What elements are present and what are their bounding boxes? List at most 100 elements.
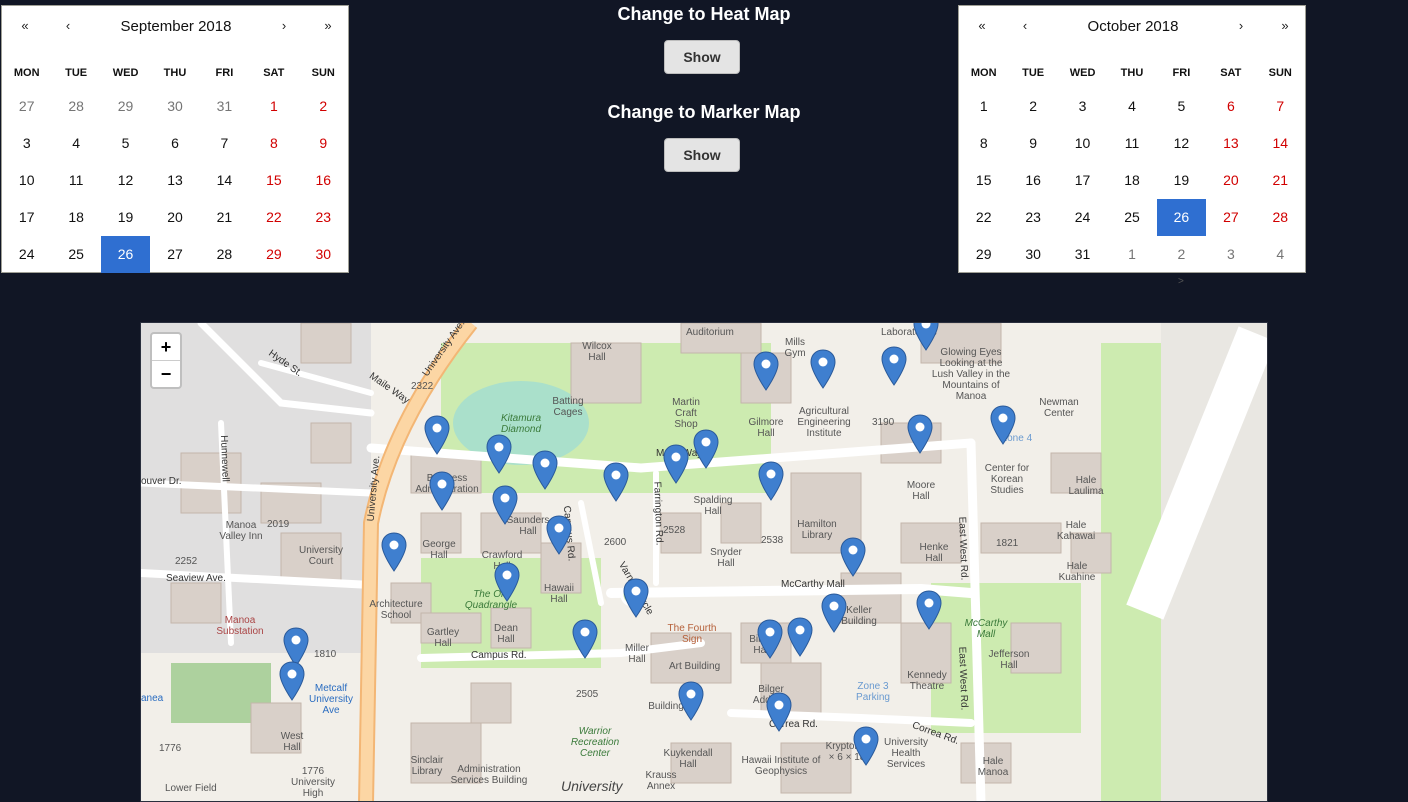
next-month-button[interactable]: › — [269, 18, 299, 33]
prev-month-button[interactable]: ‹ — [53, 18, 83, 33]
marker-dean-hall[interactable] — [494, 562, 520, 602]
campus-map[interactable]: + − University Ave. University Ave. Mail… — [140, 322, 1268, 802]
day-cell[interactable]: 3 — [1206, 236, 1255, 273]
marker-spalding-hall[interactable] — [693, 429, 719, 469]
day-cell[interactable]: 30 — [299, 236, 348, 273]
zoom-in-button[interactable]: + — [152, 334, 180, 360]
day-cell[interactable]: 29 — [959, 236, 1008, 273]
day-cell[interactable]: 5 — [1157, 88, 1206, 125]
day-cell[interactable]: 25 — [51, 236, 100, 273]
day-cell[interactable]: 4 — [51, 125, 100, 162]
day-cell[interactable]: 1 — [249, 88, 298, 125]
day-cell[interactable]: 24 — [2, 236, 51, 273]
day-cell[interactable]: 17 — [2, 199, 51, 236]
next-year-button[interactable]: » — [313, 18, 343, 33]
marker-2505[interactable] — [572, 619, 598, 659]
day-cell[interactable]: 12 — [1157, 125, 1206, 162]
day-cell[interactable]: 22 — [249, 199, 298, 236]
month-label[interactable]: October 2018 — [1044, 18, 1222, 35]
month-label[interactable]: September 2018 — [87, 18, 265, 35]
day-cell[interactable]: 13 — [1206, 125, 1255, 162]
day-cell[interactable]: 30 — [1008, 236, 1057, 273]
day-cell[interactable]: 31 — [200, 88, 249, 125]
day-cell[interactable]: 2 — [1157, 236, 1206, 273]
day-cell[interactable]: 15 — [249, 162, 298, 199]
marker-business-admin[interactable] — [424, 415, 450, 455]
day-cell[interactable]: 20 — [1206, 162, 1255, 199]
day-cell[interactable]: 18 — [1107, 162, 1156, 199]
day-cell[interactable]: 27 — [2, 88, 51, 125]
day-cell[interactable]: 2 — [299, 88, 348, 125]
day-cell[interactable]: 4 — [1256, 236, 1305, 273]
marker-bilger-addition-a[interactable] — [757, 619, 783, 659]
day-cell[interactable]: 31 — [1058, 236, 1107, 273]
day-cell[interactable]: 20 — [150, 199, 199, 236]
marker-west-hall[interactable] — [279, 661, 305, 701]
marker-2565[interactable] — [821, 593, 847, 633]
day-cell[interactable]: 8 — [959, 125, 1008, 162]
day-cell[interactable]: 2 — [1008, 88, 1057, 125]
next-month-button[interactable]: › — [1226, 18, 1256, 33]
day-cell[interactable]: 21 — [1256, 162, 1305, 199]
day-cell[interactable]: 10 — [2, 162, 51, 199]
day-cell[interactable]: 7 — [1256, 88, 1305, 125]
day-cell[interactable]: 18 — [51, 199, 100, 236]
day-cell[interactable]: 27 — [1206, 199, 1255, 236]
day-cell[interactable]: 9 — [299, 125, 348, 162]
day-cell[interactable]: 3 — [2, 125, 51, 162]
marker-krypton[interactable] — [853, 726, 879, 766]
day-cell[interactable]: 28 — [51, 88, 100, 125]
day-cell[interactable]: 30 — [150, 88, 199, 125]
marker-gilmore-hall[interactable] — [753, 351, 779, 391]
show-marker-map-button[interactable]: Show — [664, 138, 740, 172]
marker-2528[interactable] — [663, 444, 689, 484]
marker-center-korean[interactable] — [990, 405, 1016, 445]
day-cell[interactable]: 8 — [249, 125, 298, 162]
day-cell[interactable]: 27 — [150, 236, 199, 273]
day-cell[interactable]: 10 — [1058, 125, 1107, 162]
day-cell[interactable]: 6 — [1206, 88, 1255, 125]
day-cell[interactable]: 4 — [1107, 88, 1156, 125]
marker-bilger-addition-b[interactable] — [787, 617, 813, 657]
day-cell[interactable]: 19 — [101, 199, 150, 236]
day-cell[interactable]: 29 — [249, 236, 298, 273]
marker-glowing-eyes[interactable] — [913, 323, 939, 351]
day-cell[interactable]: 14 — [200, 162, 249, 199]
marker-maile-way[interactable] — [486, 434, 512, 474]
marker-crawford-hall[interactable] — [492, 485, 518, 525]
day-cell[interactable]: 23 — [1008, 199, 1057, 236]
marker-george-hall[interactable] — [429, 471, 455, 511]
day-cell[interactable]: 3 — [1058, 88, 1107, 125]
day-cell[interactable]: 16 — [299, 162, 348, 199]
marker-kennedy-theatre[interactable] — [916, 590, 942, 630]
day-cell[interactable]: 16 — [1008, 162, 1057, 199]
day-cell[interactable]: 22 — [959, 199, 1008, 236]
day-cell[interactable]: 1 — [959, 88, 1008, 125]
marker-ag-eng[interactable] — [810, 349, 836, 389]
marker-architecture-school[interactable] — [381, 532, 407, 572]
day-cell[interactable]: 14 — [1256, 125, 1305, 162]
day-cell[interactable]: 23 — [299, 199, 348, 236]
marker-saunders-hall[interactable] — [532, 450, 558, 490]
day-cell[interactable]: 1 — [1107, 236, 1156, 273]
day-cell[interactable]: 17 — [1058, 162, 1107, 199]
day-cell[interactable]: 21 — [200, 199, 249, 236]
day-cell[interactable]: 13 — [150, 162, 199, 199]
day-cell[interactable]: 25 — [1107, 199, 1156, 236]
marker-miller-hall[interactable] — [623, 578, 649, 618]
marker-hawaii-institute[interactable] — [766, 692, 792, 732]
day-cell[interactable]: 28 — [1256, 199, 1305, 236]
marker-hawaii-hall[interactable] — [546, 515, 572, 555]
marker-kuykendall-hall[interactable] — [678, 681, 704, 721]
prev-month-button[interactable]: ‹ — [1010, 18, 1040, 33]
marker-2538[interactable] — [758, 461, 784, 501]
day-cell[interactable]: 12 — [101, 162, 150, 199]
day-cell[interactable]: 9 — [1008, 125, 1057, 162]
day-cell[interactable]: 29 — [101, 88, 150, 125]
day-cell[interactable]: 15 — [959, 162, 1008, 199]
marker-keller-building[interactable] — [840, 537, 866, 577]
day-cell[interactable]: 19 — [1157, 162, 1206, 199]
day-cell[interactable]: 28 — [200, 236, 249, 273]
marker-3190[interactable] — [881, 346, 907, 386]
marker-moore-hall[interactable] — [907, 414, 933, 454]
